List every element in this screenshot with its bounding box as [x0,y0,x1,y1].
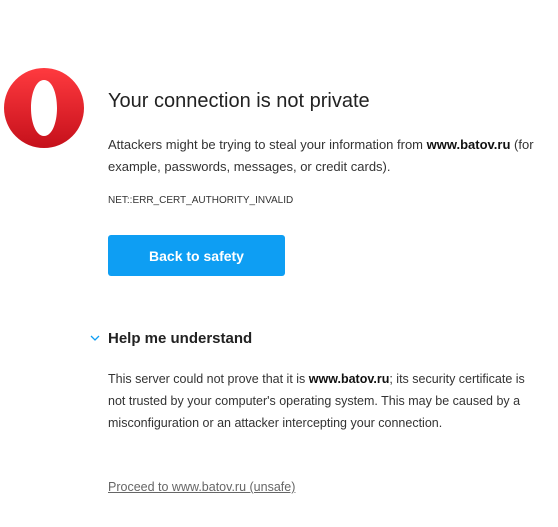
back-to-safety-button[interactable]: Back to safety [108,235,285,276]
help-me-understand-toggle[interactable]: Help me understand [88,328,252,348]
opera-logo-icon [3,67,85,149]
help-heading: Help me understand [108,329,253,347]
page-title: Your connection is not private [108,90,370,112]
error-code: NET::ERR_CERT_AUTHORITY_INVALID [108,195,294,206]
help-domain: www.batov.ru [308,372,390,386]
help-text-before: This server could not prove that it is [108,372,309,386]
warning-description: Attackers might be trying to steal your … [108,134,538,178]
description-domain: www.batov.ru [426,137,511,152]
proceed-unsafe-link[interactable]: Proceed to www.batov.ru (unsafe) [108,480,295,494]
chevron-down-icon [88,328,102,342]
help-explanation: This server could not prove that it is w… [108,368,528,434]
description-text-before: Attackers might be trying to steal your … [108,137,427,152]
